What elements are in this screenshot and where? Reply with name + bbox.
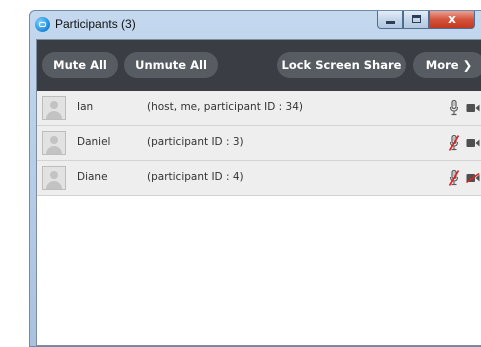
maximize-button[interactable] (403, 11, 429, 29)
participant-details: (participant ID : 4) (147, 171, 244, 183)
participant-row-ian[interactable]: Ian (host, me, participant ID : 34) (37, 91, 481, 126)
avatar (42, 131, 66, 155)
lock-screen-share-button[interactable]: Lock Screen Share (277, 52, 406, 78)
minimize-button[interactable] (377, 11, 403, 29)
title-bar[interactable]: Participants (3) x (30, 11, 481, 38)
close-button[interactable]: x (429, 11, 475, 29)
participant-name: Diane (77, 171, 108, 183)
participant-details: (host, me, participant ID : 34) (147, 101, 304, 113)
mute-all-button[interactable]: Mute All (42, 52, 118, 78)
participant-list: Ian (host, me, participant ID : 34) Dani… (37, 91, 481, 196)
participants-window: Participants (3) x Mute All Unmute All L… (29, 10, 481, 347)
window-controls: x (377, 11, 475, 30)
participant-row-diane[interactable]: Diane (participant ID : 4) (37, 161, 481, 196)
participant-name: Ian (77, 101, 94, 113)
avatar (42, 96, 66, 120)
participants-panel: Mute All Unmute All Lock Screen Share Mo… (36, 39, 481, 346)
participants-toolbar: Mute All Unmute All Lock Screen Share Mo… (37, 40, 481, 91)
more-button[interactable]: More ❯ (413, 52, 481, 78)
participant-name: Daniel (77, 136, 111, 148)
video-camera-off-icon[interactable] (466, 173, 480, 183)
participant-details: (participant ID : 3) (147, 136, 244, 148)
video-camera-icon[interactable] (466, 103, 480, 113)
participant-row-daniel[interactable]: Daniel (participant ID : 3) (37, 126, 481, 161)
close-icon: x (448, 12, 456, 26)
mic-muted-icon[interactable] (449, 135, 459, 151)
unmute-all-button[interactable]: Unmute All (124, 52, 218, 78)
zoom-app-icon (35, 17, 50, 32)
window-title: Participants (3) (55, 17, 136, 31)
avatar (42, 166, 66, 190)
video-camera-icon[interactable] (466, 138, 480, 148)
mic-muted-icon[interactable] (449, 170, 459, 186)
mic-icon[interactable] (449, 100, 459, 116)
